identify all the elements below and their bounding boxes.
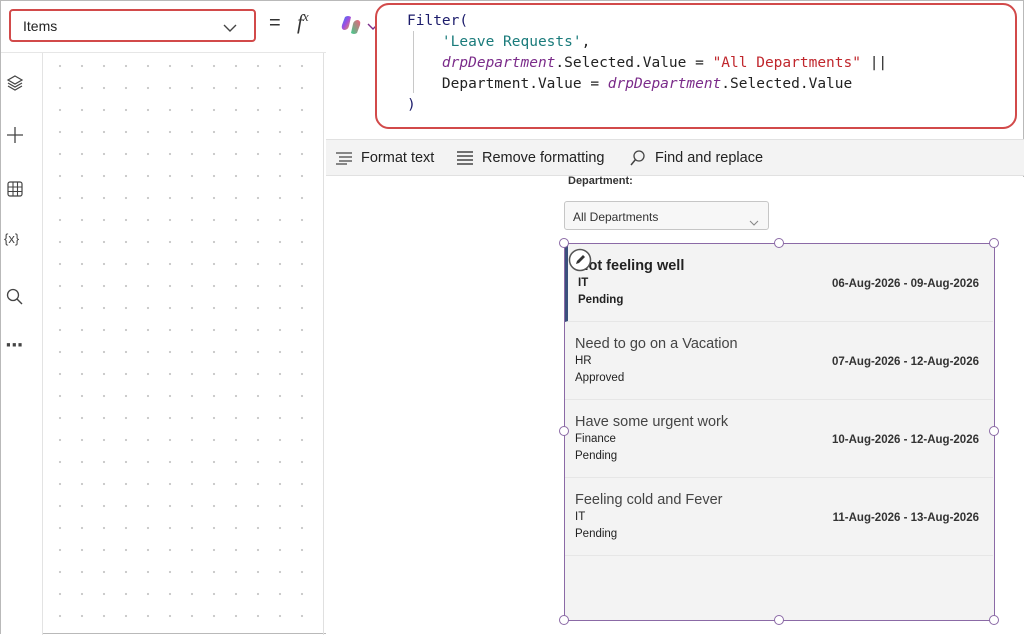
variable-icon[interactable]: {x} (4, 231, 24, 251)
resize-handle[interactable] (989, 426, 999, 436)
remove-formatting-button[interactable]: Remove formatting (456, 148, 605, 168)
find-replace-label: Find and replace (655, 150, 764, 166)
row-title: Have some urgent work (575, 414, 729, 430)
code-var-1: drpDepartment (441, 55, 556, 71)
leave-requests-gallery[interactable]: Not feeling well IT Pending 06-Aug-2026 … (564, 243, 995, 621)
resize-handle[interactable] (989, 238, 999, 248)
row-dates: 07-Aug-2026 - 12-Aug-2026 (832, 356, 979, 368)
row-title: Feeling cold and Fever (575, 492, 723, 508)
gallery-row[interactable]: Feeling cold and Fever IT Pending 11-Aug… (565, 478, 993, 556)
department-dropdown[interactable]: All Departments (564, 201, 769, 230)
code-datasource: 'Leave Requests' (441, 34, 582, 50)
resize-handle[interactable] (559, 426, 569, 436)
row-status: Pending (578, 294, 624, 306)
format-text-button[interactable]: Format text (335, 148, 434, 168)
code-comma: , (581, 34, 591, 50)
resize-handle[interactable] (559, 238, 569, 248)
search-icon[interactable] (5, 287, 25, 307)
row-status: Pending (575, 528, 618, 540)
format-text-label: Format text (361, 150, 435, 166)
row-status: Pending (575, 450, 618, 462)
gallery-row[interactable]: Have some urgent work Finance Pending 10… (565, 400, 993, 478)
code-close-paren: ) (407, 97, 416, 113)
resize-handle[interactable] (989, 615, 999, 625)
property-dropdown-value: Items (23, 18, 58, 34)
row-title: Not feeling well (578, 258, 685, 274)
department-label: Department: (568, 175, 633, 187)
code-var-2: drpDepartment (607, 76, 722, 92)
app-frame: Items = fx Filter( 'Leave Requests', drp… (0, 0, 1024, 635)
copilot-icon[interactable] (340, 14, 362, 36)
formula-editor[interactable]: Filter( 'Leave Requests', drpDepartment.… (375, 3, 1017, 129)
resize-handle[interactable] (559, 615, 569, 625)
canvas-divider (323, 53, 324, 635)
format-text-icon (336, 152, 352, 165)
formula-toolbar: Format text Remove formatting Find and r… (326, 139, 1024, 176)
chevron-down-icon (222, 19, 238, 38)
row-dates: 06-Aug-2026 - 09-Aug-2026 (832, 278, 979, 290)
row-department: HR (575, 355, 592, 367)
property-dropdown[interactable]: Items (9, 9, 256, 42)
code-selected-2: .Selected.Value (721, 76, 853, 92)
resize-handle[interactable] (774, 238, 784, 248)
fx-icon[interactable]: fx (297, 9, 309, 35)
find-icon (630, 150, 645, 166)
left-rail: {x} ··· (1, 53, 43, 635)
find-replace-button[interactable]: Find and replace (629, 148, 763, 168)
code-selected-1: .Selected.Value = (555, 55, 713, 71)
resize-handle[interactable] (774, 615, 784, 625)
gallery-row[interactable]: Need to go on a Vacation HR Approved 07-… (565, 322, 993, 400)
remove-formatting-icon (457, 151, 473, 165)
row-department: Finance (575, 433, 616, 445)
equals-sign: = (269, 12, 281, 34)
row-status: Approved (575, 372, 625, 384)
table-icon[interactable] (5, 179, 25, 199)
code-filter: Filter( (407, 13, 469, 29)
layers-icon[interactable] (5, 73, 25, 93)
code-department-value: Department.Value = (441, 76, 608, 92)
code-all-departments: "All Departments" (712, 55, 861, 71)
row-title: Need to go on a Vacation (575, 336, 738, 352)
formula-code: Filter( 'Leave Requests', drpDepartment.… (407, 11, 887, 116)
more-icon[interactable]: ··· (5, 335, 25, 356)
department-dropdown-value: All Departments (573, 210, 659, 224)
gallery-row[interactable]: Not feeling well IT Pending 06-Aug-2026 … (565, 244, 993, 322)
row-dates: 11-Aug-2026 - 13-Aug-2026 (832, 512, 979, 524)
row-dates: 10-Aug-2026 - 12-Aug-2026 (832, 434, 979, 446)
chevron-down-icon (749, 212, 759, 231)
plus-icon[interactable] (5, 125, 25, 145)
row-department: IT (575, 511, 586, 523)
remove-formatting-label: Remove formatting (482, 150, 605, 166)
row-department: IT (578, 277, 589, 289)
design-canvas-grid (44, 53, 324, 635)
code-or: || (860, 55, 888, 71)
edit-icon[interactable] (568, 248, 592, 272)
